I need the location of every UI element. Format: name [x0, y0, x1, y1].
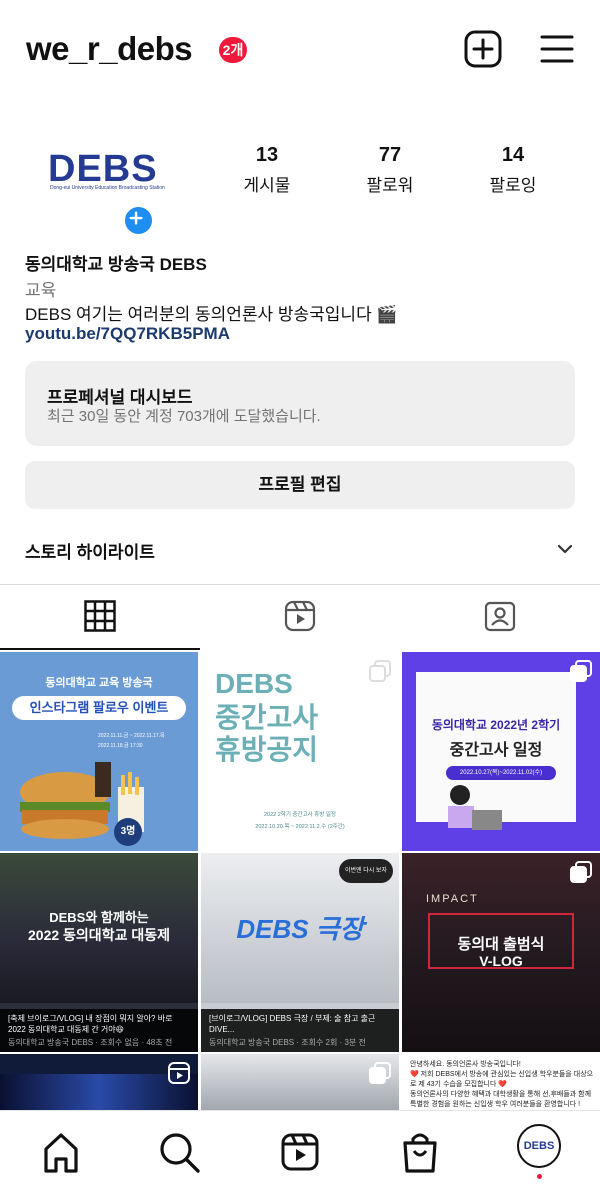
post-text: V-LOG: [479, 953, 523, 969]
carousel-icon: [369, 1062, 391, 1084]
post-text: 2022.10.27(목)~2022.11.02(수): [446, 766, 556, 780]
post-tile[interactable]: DEBS 중간고사 휴방공지 2022 2학기 중간고사 휴방 일정 2022.…: [201, 652, 399, 851]
post-tile[interactable]: [0, 1054, 198, 1112]
posts-count[interactable]: 13 게시물: [212, 144, 322, 196]
profile-link[interactable]: youtu.be/7QQ7RKB5PMA: [25, 324, 585, 344]
post-text: 중간고사: [215, 702, 319, 733]
post-text: 중간고사 일정: [449, 742, 543, 759]
bottom-navigation: [0, 1110, 600, 1203]
post-tile[interactable]: DEBS와 함께하는 2022 동의대학교 대동제 [축제 브이로그/VLOG]…: [0, 853, 198, 1052]
story-highlights-label[interactable]: 스토리 하이라이트: [25, 538, 155, 563]
new-post-icon[interactable]: [464, 30, 502, 68]
tab-tagged[interactable]: [400, 590, 600, 652]
profile-category: 교육: [25, 281, 57, 300]
carousel-icon: [570, 861, 592, 883]
post-text: 동의대학교 2022년 2학기: [431, 718, 561, 732]
post-text: IMPACT: [426, 893, 479, 905]
avatar-subtitle: Dong-eui University Education Broadcasti…: [50, 185, 165, 191]
post-tile[interactable]: 동의대학교 교육 방송국 인스타그램 팔로우 이벤트 2022.11.11.금 …: [0, 652, 198, 851]
divider: [0, 584, 600, 585]
post-text: 2022.10.20.목 ~ 2022.11.2.수 (2주간): [255, 824, 345, 830]
carousel-icon: [369, 660, 391, 682]
post-tile[interactable]: 이번엔 다시 보자 DEBS 극장 [브이로그/VLOG] DEBS 극장 / …: [201, 853, 399, 1052]
post-tile[interactable]: 동의대학교 2022년 2학기 중간고사 일정 2022.10.27(목)~20…: [402, 652, 600, 851]
profile-tab-avatar[interactable]: DEBS: [517, 1124, 561, 1168]
shop-icon[interactable]: [395, 1127, 445, 1177]
student-illustration: [448, 785, 502, 830]
carousel-icon: [570, 660, 592, 682]
posts-grid: 동의대학교 교육 방송국 인스타그램 팔로우 이벤트 2022.11.11.금 …: [0, 652, 600, 1112]
post-text: 2022 2학기 중간고사 휴방 일정: [263, 812, 336, 818]
followers-count[interactable]: 77 팔로워: [335, 144, 445, 196]
post-text: 동의대학교 교육 방송국: [45, 677, 153, 689]
chevron-down-icon[interactable]: [556, 542, 574, 556]
edit-profile-button[interactable]: 프로필 편집: [25, 461, 575, 509]
home-icon[interactable]: [36, 1127, 86, 1177]
video-caption: [축제 브이로그/VLOG] 내 장점이 뭐지 알아? 바로 2022 동의대학…: [0, 1009, 198, 1052]
dashboard-subtitle: 최근 30일 동안 계정 703개에 도달했습니다.: [47, 408, 321, 425]
top-bar: we_r_debs 2개: [0, 0, 600, 100]
winner-badge: 3명: [114, 818, 142, 846]
post-text: 인스타그램 팔로우 이벤트: [12, 696, 186, 720]
post-text: 동의대 출범식: [457, 936, 545, 953]
post-text: 안녕하세요. 동의언론사 방송국입니다! ❤️ 저희 DEBS에서 방송에 관심…: [410, 1061, 594, 1108]
post-text: 이번엔 다시 보자: [339, 859, 393, 883]
search-icon[interactable]: [154, 1127, 204, 1177]
following-count[interactable]: 14 팔로잉: [458, 144, 568, 196]
post-tile[interactable]: IMPACT 동의대 출범식 V-LOG: [402, 853, 600, 1052]
post-text: DEBS: [215, 668, 293, 699]
active-tab-indicator: [0, 648, 200, 650]
add-story-icon[interactable]: [122, 204, 155, 237]
post-text: 2022.11.11.금 ~ 2022.11.17.목: [98, 733, 165, 739]
post-text: DEBS와 함께하는: [49, 910, 149, 925]
tagged-icon: [484, 601, 516, 632]
grid-icon: [84, 600, 116, 632]
username-switcher[interactable]: we_r_debs: [26, 30, 193, 68]
post-text: DEBS 극장: [236, 914, 364, 944]
post-tile[interactable]: 안녕하세요. 동의언론사 방송국입니다! ❤️ 저희 DEBS에서 방송에 관심…: [402, 1054, 600, 1112]
professional-dashboard[interactable]: 프로페셔널 대시보드 최근 30일 동안 계정 703개에 도달했습니다.: [25, 361, 575, 446]
reels-icon[interactable]: [275, 1127, 325, 1177]
tab-reels[interactable]: [200, 590, 400, 652]
notification-badge: 2개: [219, 37, 247, 63]
menu-icon[interactable]: [540, 34, 574, 64]
profile-name: 동의대학교 방송국 DEBS: [25, 255, 207, 274]
tab-grid[interactable]: [0, 590, 200, 652]
reels-icon: [284, 600, 316, 632]
video-caption: [브이로그/VLOG] DEBS 극장 / 부제: 술 참고 출근 DIVE..…: [201, 1009, 399, 1052]
post-text: 휴방공지: [215, 734, 319, 765]
profile-bio: DEBS 여기는 여러분의 동의언론사 방송국입니다 🎬: [25, 305, 398, 324]
post-tile[interactable]: [201, 1054, 399, 1112]
reels-icon: [168, 1062, 190, 1084]
notification-dot: [537, 1174, 542, 1179]
post-text: 2022 동의대학교 대동제: [28, 927, 170, 943]
